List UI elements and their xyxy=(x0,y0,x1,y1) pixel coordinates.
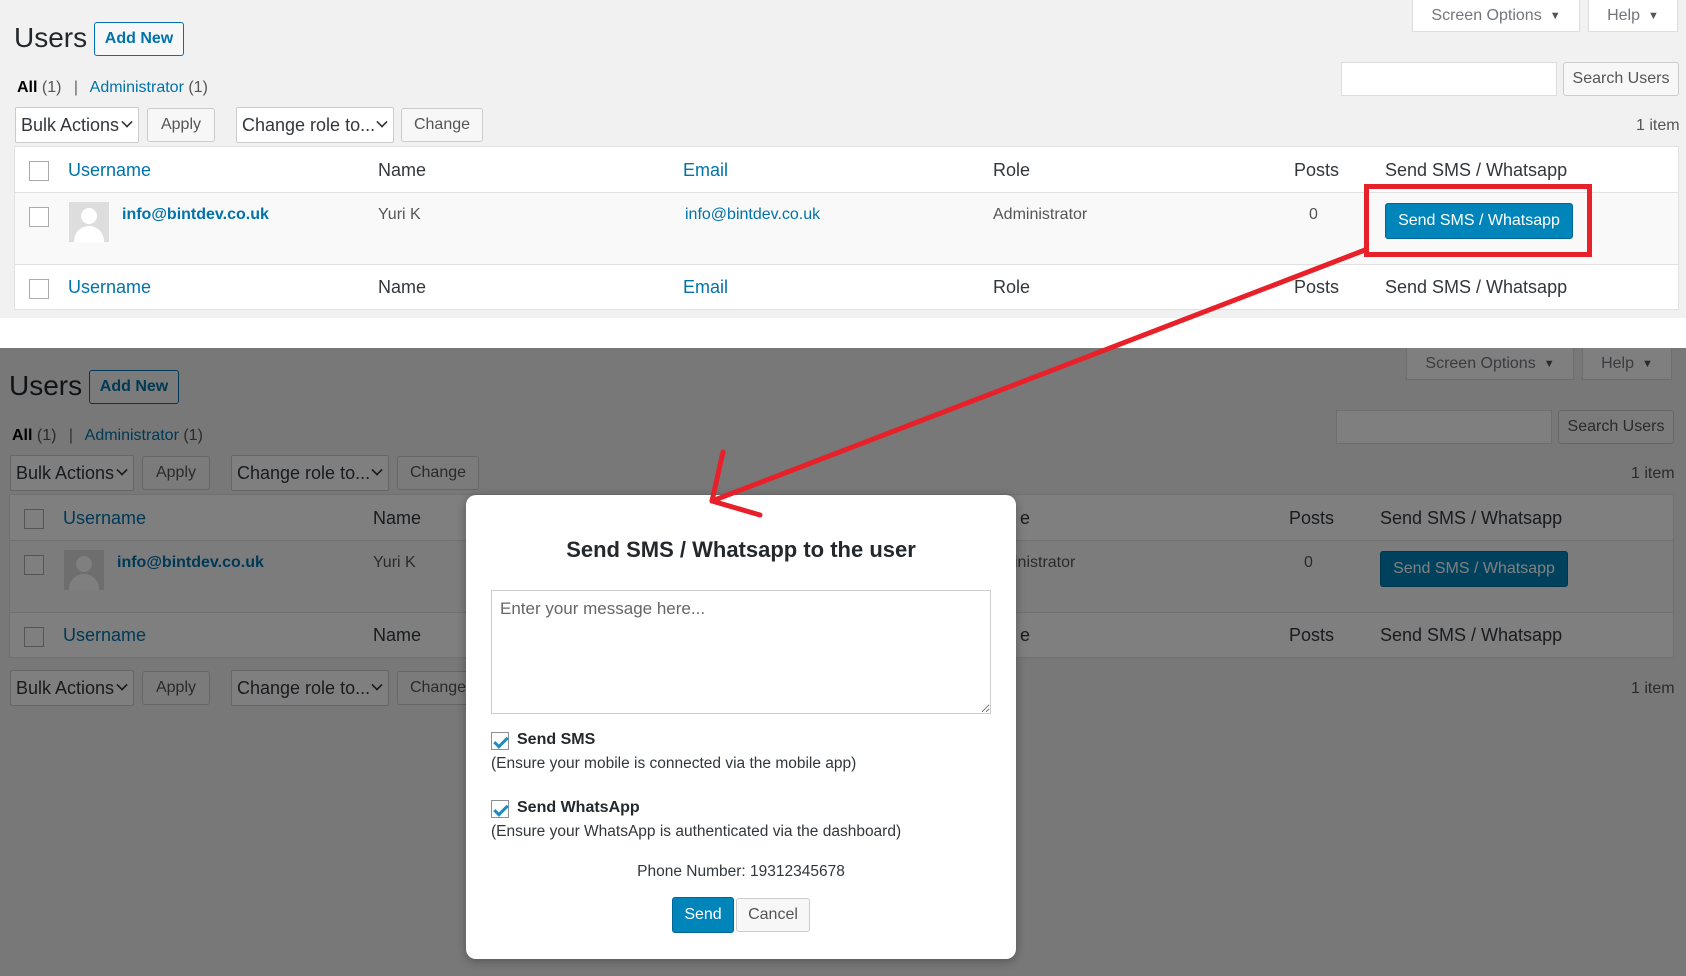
annotation-arrow-icon xyxy=(709,247,1368,518)
